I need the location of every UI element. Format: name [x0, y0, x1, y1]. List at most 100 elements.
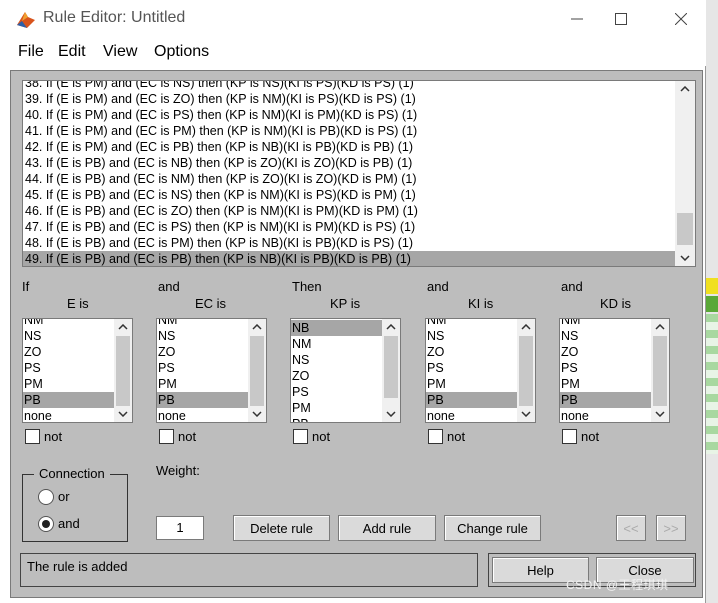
- list-item[interactable]: PM: [560, 376, 651, 392]
- listbox-scrollbar[interactable]: [382, 319, 400, 422]
- or-radio[interactable]: [38, 489, 54, 505]
- list-item[interactable]: ZO: [426, 344, 517, 360]
- list-item[interactable]: ZO: [560, 344, 651, 360]
- menu-view[interactable]: View: [103, 43, 137, 61]
- rule-list[interactable]: 38. If (E is PM) and (EC is NS) then (KP…: [22, 80, 696, 267]
- change-rule-button[interactable]: Change rule: [444, 515, 541, 541]
- list-item[interactable]: NM: [560, 319, 651, 328]
- kd-listbox[interactable]: NM NS ZO PS PM PB none: [559, 318, 670, 423]
- list-item[interactable]: PS: [291, 384, 382, 400]
- list-item-selected[interactable]: PB: [426, 392, 517, 408]
- rule-item[interactable]: 42. If (E is PM) and (EC is PB) then (KP…: [23, 139, 683, 155]
- kd-not-checkbox[interactable]: [562, 429, 577, 444]
- maximize-button[interactable]: [598, 6, 644, 32]
- scroll-down-button[interactable]: [114, 406, 132, 422]
- list-item-selected[interactable]: NB: [291, 320, 382, 336]
- e-not-checkbox[interactable]: [25, 429, 40, 444]
- list-item[interactable]: PS: [560, 360, 651, 376]
- list-item[interactable]: NS: [157, 328, 248, 344]
- close-window-button[interactable]: [658, 6, 704, 32]
- rule-item[interactable]: 41. If (E is PM) and (EC is PM) then (KP…: [23, 123, 683, 139]
- listbox-scrollbar[interactable]: [517, 319, 535, 422]
- scroll-up-button[interactable]: [675, 81, 695, 97]
- e-listbox[interactable]: NM NS ZO PS PM PB none: [22, 318, 133, 423]
- scroll-thumb[interactable]: [677, 213, 693, 245]
- list-item[interactable]: NS: [426, 328, 517, 344]
- ki-not-label: not: [447, 429, 466, 444]
- scroll-up-button[interactable]: [382, 319, 400, 335]
- list-item-selected[interactable]: PB: [157, 392, 248, 408]
- rule-item[interactable]: 45. If (E is PB) and (EC is NS) then (KP…: [23, 187, 683, 203]
- scroll-down-button[interactable]: [517, 406, 535, 422]
- ki-listbox[interactable]: NM NS ZO PS PM PB none: [425, 318, 536, 423]
- list-item[interactable]: NM: [426, 319, 517, 328]
- scroll-down-button[interactable]: [248, 406, 266, 422]
- menu-file[interactable]: File: [18, 43, 44, 61]
- list-item[interactable]: PM: [157, 376, 248, 392]
- list-item[interactable]: PB: [291, 416, 382, 422]
- list-item-selected[interactable]: PB: [560, 392, 651, 408]
- list-item[interactable]: none: [157, 408, 248, 422]
- scroll-up-button[interactable]: [517, 319, 535, 335]
- rule-item[interactable]: 44. If (E is PB) and (EC is NM) then (KP…: [23, 171, 683, 187]
- list-item[interactable]: PM: [291, 400, 382, 416]
- ki-not-checkbox[interactable]: [428, 429, 443, 444]
- kp-not-checkbox[interactable]: [293, 429, 308, 444]
- list-item[interactable]: PS: [157, 360, 248, 376]
- list-item[interactable]: PM: [426, 376, 517, 392]
- list-item[interactable]: NS: [23, 328, 114, 344]
- scroll-thumb[interactable]: [250, 336, 264, 406]
- rule-item[interactable]: 40. If (E is PM) and (EC is PS) then (KP…: [23, 107, 683, 123]
- kp-listbox[interactable]: NB NM NS ZO PS PM PB: [290, 318, 401, 423]
- list-item[interactable]: none: [426, 408, 517, 422]
- list-item[interactable]: ZO: [291, 368, 382, 384]
- scroll-up-button[interactable]: [651, 319, 669, 335]
- add-rule-button[interactable]: Add rule: [338, 515, 436, 541]
- scroll-up-button[interactable]: [248, 319, 266, 335]
- rule-item[interactable]: 47. If (E is PB) and (EC is PS) then (KP…: [23, 219, 683, 235]
- list-item[interactable]: NS: [560, 328, 651, 344]
- list-item[interactable]: PM: [23, 376, 114, 392]
- and-radio[interactable]: [38, 516, 54, 532]
- prev-button[interactable]: <<: [616, 515, 646, 541]
- minimize-button[interactable]: [554, 6, 600, 32]
- ec-listbox[interactable]: NM NS ZO PS PM PB none: [156, 318, 267, 423]
- listbox-scrollbar[interactable]: [651, 319, 669, 422]
- listbox-scrollbar[interactable]: [114, 319, 132, 422]
- list-item[interactable]: PS: [426, 360, 517, 376]
- rule-item[interactable]: 48. If (E is PB) and (EC is PM) then (KP…: [23, 235, 683, 251]
- list-item[interactable]: ZO: [23, 344, 114, 360]
- rule-item-selected[interactable]: 49. If (E is PB) and (EC is PB) then (KP…: [23, 251, 683, 266]
- weight-input[interactable]: 1: [156, 516, 204, 540]
- list-item[interactable]: PS: [23, 360, 114, 376]
- list-item[interactable]: NM: [157, 319, 248, 328]
- scroll-up-button[interactable]: [114, 319, 132, 335]
- list-item[interactable]: ZO: [157, 344, 248, 360]
- menu-edit[interactable]: Edit: [58, 43, 86, 61]
- ec-not-checkbox[interactable]: [159, 429, 174, 444]
- list-item[interactable]: none: [560, 408, 651, 422]
- rule-item[interactable]: 38. If (E is PM) and (EC is NS) then (KP…: [23, 81, 683, 91]
- scroll-thumb[interactable]: [116, 336, 130, 406]
- rule-item[interactable]: 39. If (E is PM) and (EC is ZO) then (KP…: [23, 91, 683, 107]
- kd-not-label: not: [581, 429, 600, 444]
- list-item[interactable]: NM: [291, 336, 382, 352]
- scroll-down-button[interactable]: [675, 250, 695, 266]
- scroll-thumb[interactable]: [519, 336, 533, 406]
- scroll-down-button[interactable]: [651, 406, 669, 422]
- rule-item[interactable]: 43. If (E is PB) and (EC is NB) then (KP…: [23, 155, 683, 171]
- rule-list-scrollbar[interactable]: [675, 81, 695, 266]
- scroll-down-button[interactable]: [382, 406, 400, 422]
- next-button[interactable]: >>: [656, 515, 686, 541]
- list-item[interactable]: none: [23, 408, 114, 422]
- list-item-selected[interactable]: PB: [23, 392, 114, 408]
- rule-item[interactable]: 46. If (E is PB) and (EC is ZO) then (KP…: [23, 203, 683, 219]
- listbox-scrollbar[interactable]: [248, 319, 266, 422]
- scroll-thumb[interactable]: [653, 336, 667, 406]
- scroll-thumb[interactable]: [384, 336, 398, 398]
- list-item[interactable]: NS: [291, 352, 382, 368]
- delete-rule-button[interactable]: Delete rule: [233, 515, 330, 541]
- menu-options[interactable]: Options: [154, 43, 209, 61]
- list-item[interactable]: NM: [23, 319, 114, 328]
- chevron-up-icon: [386, 324, 396, 330]
